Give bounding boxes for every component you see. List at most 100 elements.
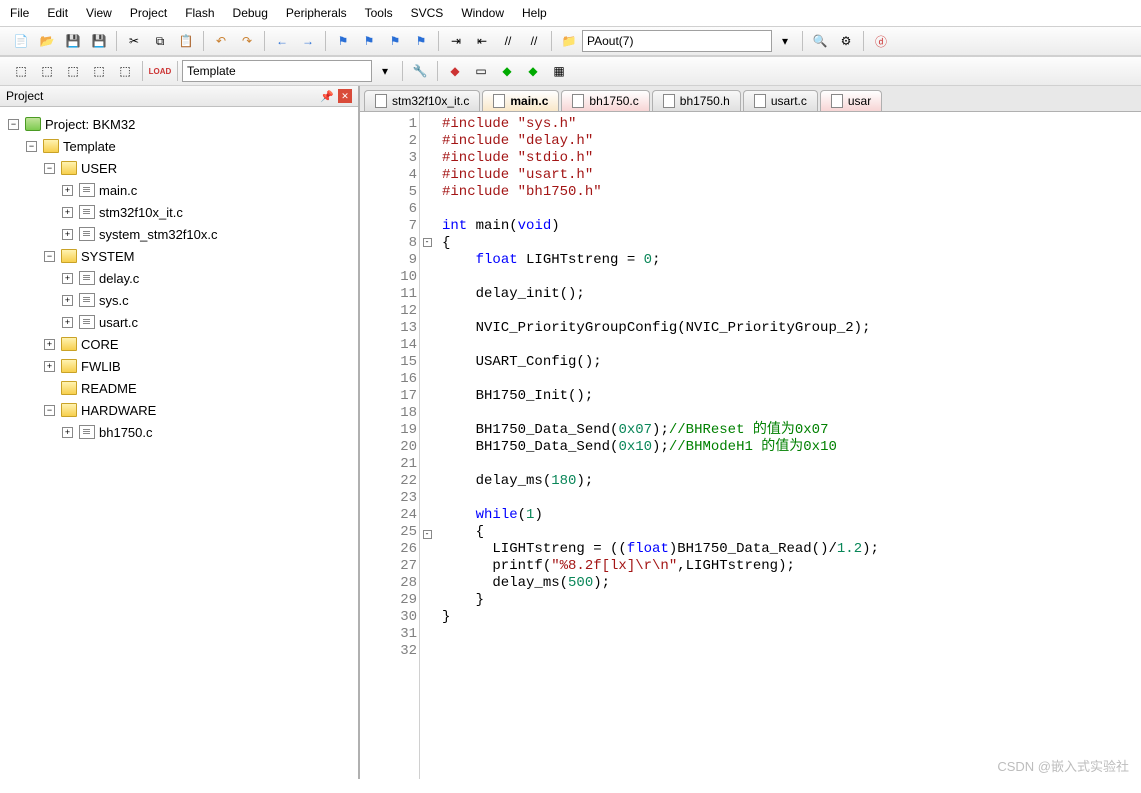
- code-content[interactable]: #include "sys.h"#include "delay.h"#inclu…: [434, 112, 1141, 779]
- menu-project[interactable]: Project: [130, 6, 167, 20]
- manage-button[interactable]: ◆: [444, 60, 466, 82]
- tree-file-system_stm32f10x-c[interactable]: +system_stm32f10x.c: [4, 223, 354, 245]
- tree-toggle-icon[interactable]: +: [62, 273, 73, 284]
- tree-toggle-icon[interactable]: −: [8, 119, 19, 130]
- batch-build-button[interactable]: ⬚: [88, 60, 110, 82]
- tree-root[interactable]: −Project: BKM32: [4, 113, 354, 135]
- tree-toggle-icon[interactable]: +: [62, 317, 73, 328]
- menu-svcs[interactable]: SVCS: [411, 6, 444, 20]
- find-dropdown-icon[interactable]: ▾: [774, 30, 796, 52]
- config-button[interactable]: ⚙: [835, 30, 857, 52]
- pack-button[interactable]: ◆: [496, 60, 518, 82]
- redo-button[interactable]: ↷: [236, 30, 258, 52]
- tree-toggle-icon[interactable]: +: [62, 229, 73, 240]
- tree-toggle-icon[interactable]: −: [44, 163, 55, 174]
- tab-usar[interactable]: usar: [820, 90, 882, 111]
- tree-group-fwlib[interactable]: +FWLIB: [4, 355, 354, 377]
- next-bookmark-button[interactable]: ⚑: [384, 30, 406, 52]
- paste-button[interactable]: 📋: [175, 30, 197, 52]
- project-tree[interactable]: −Project: BKM32−Template−USER+main.c+stm…: [0, 107, 358, 449]
- prev-bookmark-button[interactable]: ⚑: [358, 30, 380, 52]
- menu-file[interactable]: File: [10, 6, 29, 20]
- pane-close-icon[interactable]: ✕: [338, 89, 352, 103]
- tree-toggle-icon[interactable]: −: [26, 141, 37, 152]
- tree-file-bh1750-c[interactable]: +bh1750.c: [4, 421, 354, 443]
- uncomment-button[interactable]: //: [523, 30, 545, 52]
- tree-group-readme[interactable]: README: [4, 377, 354, 399]
- find-combo[interactable]: [582, 30, 772, 52]
- menu-peripherals[interactable]: Peripherals: [286, 6, 347, 20]
- fold-column[interactable]: --: [420, 112, 434, 779]
- toolbar-build: ⬚ ⬚ ⬚ ⬚ ⬚ LOAD ▾ 🔧 ◆ ▭ ◆ ◆ ▦: [0, 56, 1141, 86]
- menu-flash[interactable]: Flash: [185, 6, 214, 20]
- tab-usart-c[interactable]: usart.c: [743, 90, 818, 111]
- comment-button[interactable]: //: [497, 30, 519, 52]
- tree-file-usart-c[interactable]: +usart.c: [4, 311, 354, 333]
- ico-folder-icon: [43, 139, 59, 153]
- copy-button[interactable]: ⧉: [149, 30, 171, 52]
- tab-bh1750-h[interactable]: bh1750.h: [652, 90, 741, 111]
- clear-bookmark-button[interactable]: ⚑: [410, 30, 432, 52]
- tree-file-sys-c[interactable]: +sys.c: [4, 289, 354, 311]
- open-file-button[interactable]: 📂: [36, 30, 58, 52]
- tree-toggle-icon[interactable]: +: [62, 207, 73, 218]
- menu-window[interactable]: Window: [461, 6, 504, 20]
- save-button[interactable]: 💾: [62, 30, 84, 52]
- target-combo[interactable]: [182, 60, 372, 82]
- ico-file-icon: [79, 293, 95, 307]
- code-editor[interactable]: 1234567891011121314151617181920212223242…: [360, 112, 1141, 779]
- file-icon: [572, 94, 584, 108]
- fold-toggle-icon[interactable]: -: [423, 530, 432, 539]
- undo-button[interactable]: ↶: [210, 30, 232, 52]
- tab-bh1750-c[interactable]: bh1750.c: [561, 90, 649, 111]
- tree-toggle-icon[interactable]: +: [44, 361, 55, 372]
- tree-group-core[interactable]: +CORE: [4, 333, 354, 355]
- pin-icon[interactable]: 📌: [320, 90, 334, 103]
- indent-button[interactable]: ⇥: [445, 30, 467, 52]
- pack3-button[interactable]: ▦: [548, 60, 570, 82]
- outdent-button[interactable]: ⇤: [471, 30, 493, 52]
- tree-toggle-icon[interactable]: +: [62, 185, 73, 196]
- tree-file-delay-c[interactable]: +delay.c: [4, 267, 354, 289]
- nav-fwd-button[interactable]: →: [297, 30, 319, 52]
- save-all-button[interactable]: 💾: [88, 30, 110, 52]
- file-ext-button[interactable]: ▭: [470, 60, 492, 82]
- find-button[interactable]: 🔍: [809, 30, 831, 52]
- menu-view[interactable]: View: [86, 6, 112, 20]
- new-file-button[interactable]: 📄: [10, 30, 32, 52]
- clean-button[interactable]: ⬚: [114, 60, 136, 82]
- tree-group-hardware[interactable]: −HARDWARE: [4, 399, 354, 421]
- rebuild-button[interactable]: ⬚: [62, 60, 84, 82]
- find-folder-icon[interactable]: 📁: [558, 30, 580, 52]
- tree-toggle-icon[interactable]: +: [44, 339, 55, 350]
- ico-file-icon: [79, 227, 95, 241]
- tree-file-main-c[interactable]: +main.c: [4, 179, 354, 201]
- tree-file-stm32f10x_it-c[interactable]: +stm32f10x_it.c: [4, 201, 354, 223]
- bookmark-button[interactable]: ⚑: [332, 30, 354, 52]
- cut-button[interactable]: ✂: [123, 30, 145, 52]
- fold-toggle-icon[interactable]: -: [423, 238, 432, 247]
- build-all-button[interactable]: ⬚: [36, 60, 58, 82]
- build-button[interactable]: ⬚: [10, 60, 32, 82]
- nav-back-button[interactable]: ←: [271, 30, 293, 52]
- target-dropdown-icon[interactable]: ▾: [374, 60, 396, 82]
- toolbar-main: 📄 📂 💾 💾 ✂ ⧉ 📋 ↶ ↷ ← → ⚑ ⚑ ⚑ ⚑ ⇥ ⇤ // // …: [0, 26, 1141, 56]
- tree-group-system[interactable]: −SYSTEM: [4, 245, 354, 267]
- menu-debug[interactable]: Debug: [233, 6, 268, 20]
- options-button[interactable]: 🔧: [409, 60, 431, 82]
- tree-toggle-icon[interactable]: +: [62, 295, 73, 306]
- debug-button[interactable]: ⓓ: [870, 30, 892, 52]
- tab-stm32f10x_it-c[interactable]: stm32f10x_it.c: [364, 90, 480, 111]
- tree-group-user[interactable]: −USER: [4, 157, 354, 179]
- menu-edit[interactable]: Edit: [47, 6, 68, 20]
- tree-toggle-icon[interactable]: +: [62, 427, 73, 438]
- file-icon: [831, 94, 843, 108]
- download-button[interactable]: LOAD: [149, 60, 171, 82]
- menu-help[interactable]: Help: [522, 6, 547, 20]
- tree-target[interactable]: −Template: [4, 135, 354, 157]
- pack2-button[interactable]: ◆: [522, 60, 544, 82]
- tab-main-c[interactable]: main.c: [482, 90, 559, 111]
- tree-toggle-icon[interactable]: −: [44, 405, 55, 416]
- tree-toggle-icon[interactable]: −: [44, 251, 55, 262]
- menu-tools[interactable]: Tools: [365, 6, 393, 20]
